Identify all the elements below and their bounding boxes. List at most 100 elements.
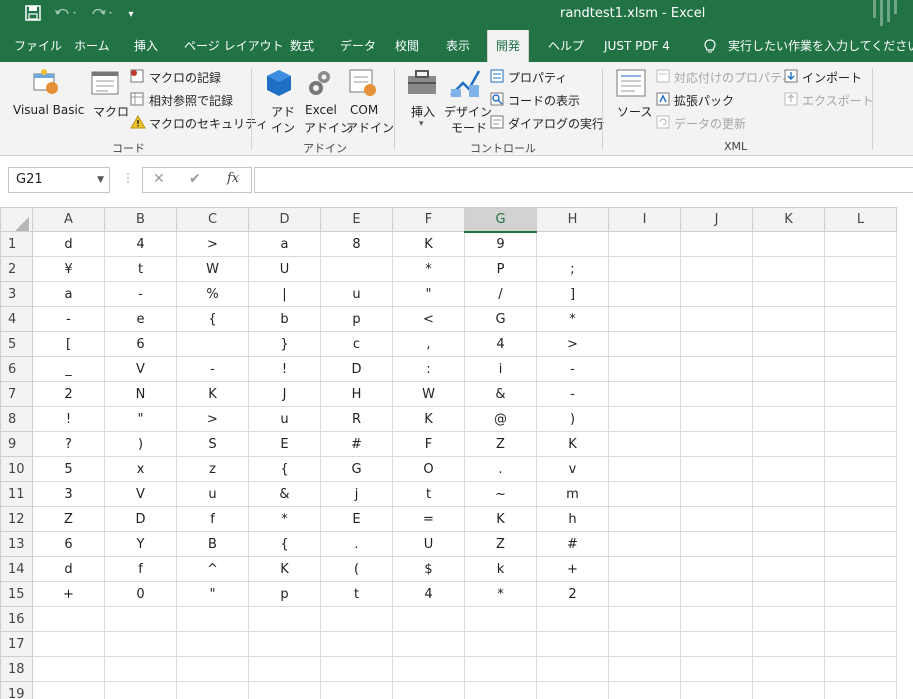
cell-i7[interactable] bbox=[608, 381, 681, 407]
cell-d9[interactable]: E bbox=[248, 431, 321, 457]
cell-k14[interactable] bbox=[752, 556, 825, 582]
design-mode-button[interactable]: デザイン bbox=[444, 103, 492, 120]
cell-c11[interactable]: u bbox=[176, 481, 249, 507]
row-header[interactable]: 1 bbox=[0, 231, 33, 257]
tab-home[interactable]: ホーム bbox=[74, 30, 110, 62]
cell-i14[interactable] bbox=[608, 556, 681, 582]
cell-h15[interactable]: 2 bbox=[536, 581, 609, 607]
column-header-b[interactable]: B bbox=[104, 207, 177, 232]
cell-g14[interactable]: k bbox=[464, 556, 537, 582]
cell-a2[interactable]: ¥ bbox=[32, 256, 105, 282]
cell-j17[interactable] bbox=[680, 631, 753, 657]
cell-f2[interactable]: * bbox=[392, 256, 465, 282]
cell-i10[interactable] bbox=[608, 456, 681, 482]
cell-f10[interactable]: O bbox=[392, 456, 465, 482]
cell-c15[interactable]: " bbox=[176, 581, 249, 607]
cell-b5[interactable]: 6 bbox=[104, 331, 177, 357]
cell-h7[interactable]: - bbox=[536, 381, 609, 407]
cell-l16[interactable] bbox=[824, 606, 897, 632]
cell-l11[interactable] bbox=[824, 481, 897, 507]
tab-view[interactable]: 表示 bbox=[446, 30, 470, 62]
cell-f11[interactable]: t bbox=[392, 481, 465, 507]
cell-b1[interactable]: 4 bbox=[104, 231, 177, 257]
cell-l15[interactable] bbox=[824, 581, 897, 607]
cell-h9[interactable]: K bbox=[536, 431, 609, 457]
cell-f6[interactable]: : bbox=[392, 356, 465, 382]
expansion-packs-button[interactable]: 拡張パック bbox=[674, 92, 734, 109]
cell-d5[interactable]: } bbox=[248, 331, 321, 357]
cell-e2[interactable] bbox=[320, 256, 393, 282]
cell-e12[interactable]: E bbox=[320, 506, 393, 532]
row-header[interactable]: 8 bbox=[0, 406, 33, 432]
redo-icon[interactable] bbox=[88, 5, 116, 25]
cell-e8[interactable]: R bbox=[320, 406, 393, 432]
addin-button[interactable]: アド bbox=[271, 103, 295, 120]
cell-j1[interactable] bbox=[680, 231, 753, 257]
cell-k2[interactable] bbox=[752, 256, 825, 282]
cell-f5[interactable]: , bbox=[392, 331, 465, 357]
cell-g2[interactable]: P bbox=[464, 256, 537, 282]
cell-j14[interactable] bbox=[680, 556, 753, 582]
worksheet-grid[interactable]: ABCDEFGHIJKL 1 d 4 > a 8 K 9 2 ¥ t W U * P; 3 a -% | u " /] 4-… bbox=[0, 207, 913, 699]
cell-k15[interactable] bbox=[752, 581, 825, 607]
cell-a9[interactable]: ? bbox=[32, 431, 105, 457]
cell-h5[interactable]: > bbox=[536, 331, 609, 357]
row-header[interactable]: 9 bbox=[0, 431, 33, 457]
cell-g16[interactable] bbox=[464, 606, 537, 632]
cell-l14[interactable] bbox=[824, 556, 897, 582]
cell-d18[interactable] bbox=[248, 656, 321, 682]
cell-l13[interactable] bbox=[824, 531, 897, 557]
cell-c10[interactable]: z bbox=[176, 456, 249, 482]
cell-b13[interactable]: Y bbox=[104, 531, 177, 557]
cell-j15[interactable] bbox=[680, 581, 753, 607]
cell-e10[interactable]: G bbox=[320, 456, 393, 482]
cell-e3[interactable]: u bbox=[320, 281, 393, 307]
cell-j4[interactable] bbox=[680, 306, 753, 332]
cell-d2[interactable]: U bbox=[248, 256, 321, 282]
cell-k13[interactable] bbox=[752, 531, 825, 557]
cell-e11[interactable]: j bbox=[320, 481, 393, 507]
cell-e5[interactable]: c bbox=[320, 331, 393, 357]
cell-g19[interactable] bbox=[464, 681, 537, 699]
cell-k17[interactable] bbox=[752, 631, 825, 657]
cell-e17[interactable] bbox=[320, 631, 393, 657]
cell-h2[interactable]: ; bbox=[536, 256, 609, 282]
cell-i2[interactable] bbox=[608, 256, 681, 282]
cell-h10[interactable]: v bbox=[536, 456, 609, 482]
cell-i4[interactable] bbox=[608, 306, 681, 332]
formula-input[interactable] bbox=[254, 167, 913, 193]
cell-a16[interactable] bbox=[32, 606, 105, 632]
cell-l3[interactable] bbox=[824, 281, 897, 307]
cell-l8[interactable] bbox=[824, 406, 897, 432]
cell-l7[interactable] bbox=[824, 381, 897, 407]
enter-icon[interactable]: ✔ bbox=[189, 171, 201, 187]
tab-data[interactable]: データ bbox=[340, 30, 376, 62]
cell-e18[interactable] bbox=[320, 656, 393, 682]
cell-c9[interactable]: S bbox=[176, 431, 249, 457]
select-all-corner[interactable] bbox=[0, 207, 33, 232]
cell-e16[interactable] bbox=[320, 606, 393, 632]
cell-i19[interactable] bbox=[608, 681, 681, 699]
cell-i12[interactable] bbox=[608, 506, 681, 532]
cell-g17[interactable] bbox=[464, 631, 537, 657]
cell-c8[interactable]: > bbox=[176, 406, 249, 432]
cell-b18[interactable] bbox=[104, 656, 177, 682]
cell-b6[interactable]: V bbox=[104, 356, 177, 382]
cell-a8[interactable]: ! bbox=[32, 406, 105, 432]
cell-d15[interactable]: p bbox=[248, 581, 321, 607]
cell-f18[interactable] bbox=[392, 656, 465, 682]
cell-f12[interactable]: = bbox=[392, 506, 465, 532]
cell-j6[interactable] bbox=[680, 356, 753, 382]
cell-h18[interactable] bbox=[536, 656, 609, 682]
cell-c14[interactable]: ^ bbox=[176, 556, 249, 582]
cell-a4[interactable]: - bbox=[32, 306, 105, 332]
row-header[interactable]: 18 bbox=[0, 656, 33, 682]
cell-c13[interactable]: B bbox=[176, 531, 249, 557]
cell-g3[interactable]: / bbox=[464, 281, 537, 307]
cell-a5[interactable]: [ bbox=[32, 331, 105, 357]
cell-e7[interactable]: H bbox=[320, 381, 393, 407]
refresh-data-button[interactable]: データの更新 bbox=[674, 115, 746, 132]
row-header[interactable]: 15 bbox=[0, 581, 33, 607]
cell-d14[interactable]: K bbox=[248, 556, 321, 582]
excel-addin-button[interactable]: Excel bbox=[305, 103, 337, 117]
